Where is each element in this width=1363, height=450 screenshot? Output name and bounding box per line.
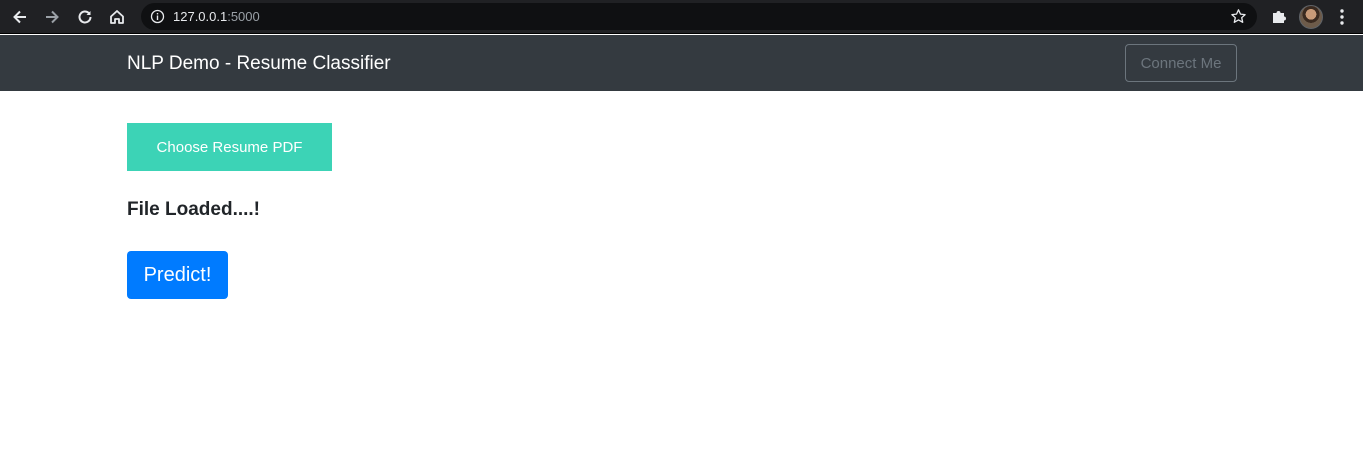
url-port: :5000: [227, 9, 260, 24]
extensions-icon[interactable]: [1270, 7, 1288, 25]
kebab-menu-icon[interactable]: [1335, 8, 1349, 26]
avatar[interactable]: [1299, 5, 1323, 29]
star-icon[interactable]: [1230, 8, 1247, 25]
predict-button[interactable]: Predict!: [127, 251, 228, 299]
url-host: 127.0.0.1: [173, 9, 228, 24]
info-icon[interactable]: [150, 9, 165, 24]
url-text[interactable]: 127.0.0.1:5000: [173, 8, 260, 25]
connect-me-button[interactable]: Connect Me: [1125, 44, 1237, 82]
forward-arrow-icon[interactable]: [41, 6, 63, 28]
navbar-brand[interactable]: NLP Demo - Resume Classifier: [127, 52, 391, 75]
browser-toolbar: 127.0.0.1:5000: [0, 0, 1363, 34]
address-bar[interactable]: 127.0.0.1:5000: [141, 3, 1257, 30]
back-arrow-icon[interactable]: [9, 6, 31, 28]
file-status-text: File Loaded....!: [127, 199, 261, 220]
app-navbar: NLP Demo - Resume Classifier Connect Me: [0, 35, 1363, 91]
home-icon[interactable]: [106, 6, 128, 28]
reload-icon[interactable]: [74, 6, 96, 28]
choose-resume-pdf-button[interactable]: Choose Resume PDF: [127, 123, 332, 171]
